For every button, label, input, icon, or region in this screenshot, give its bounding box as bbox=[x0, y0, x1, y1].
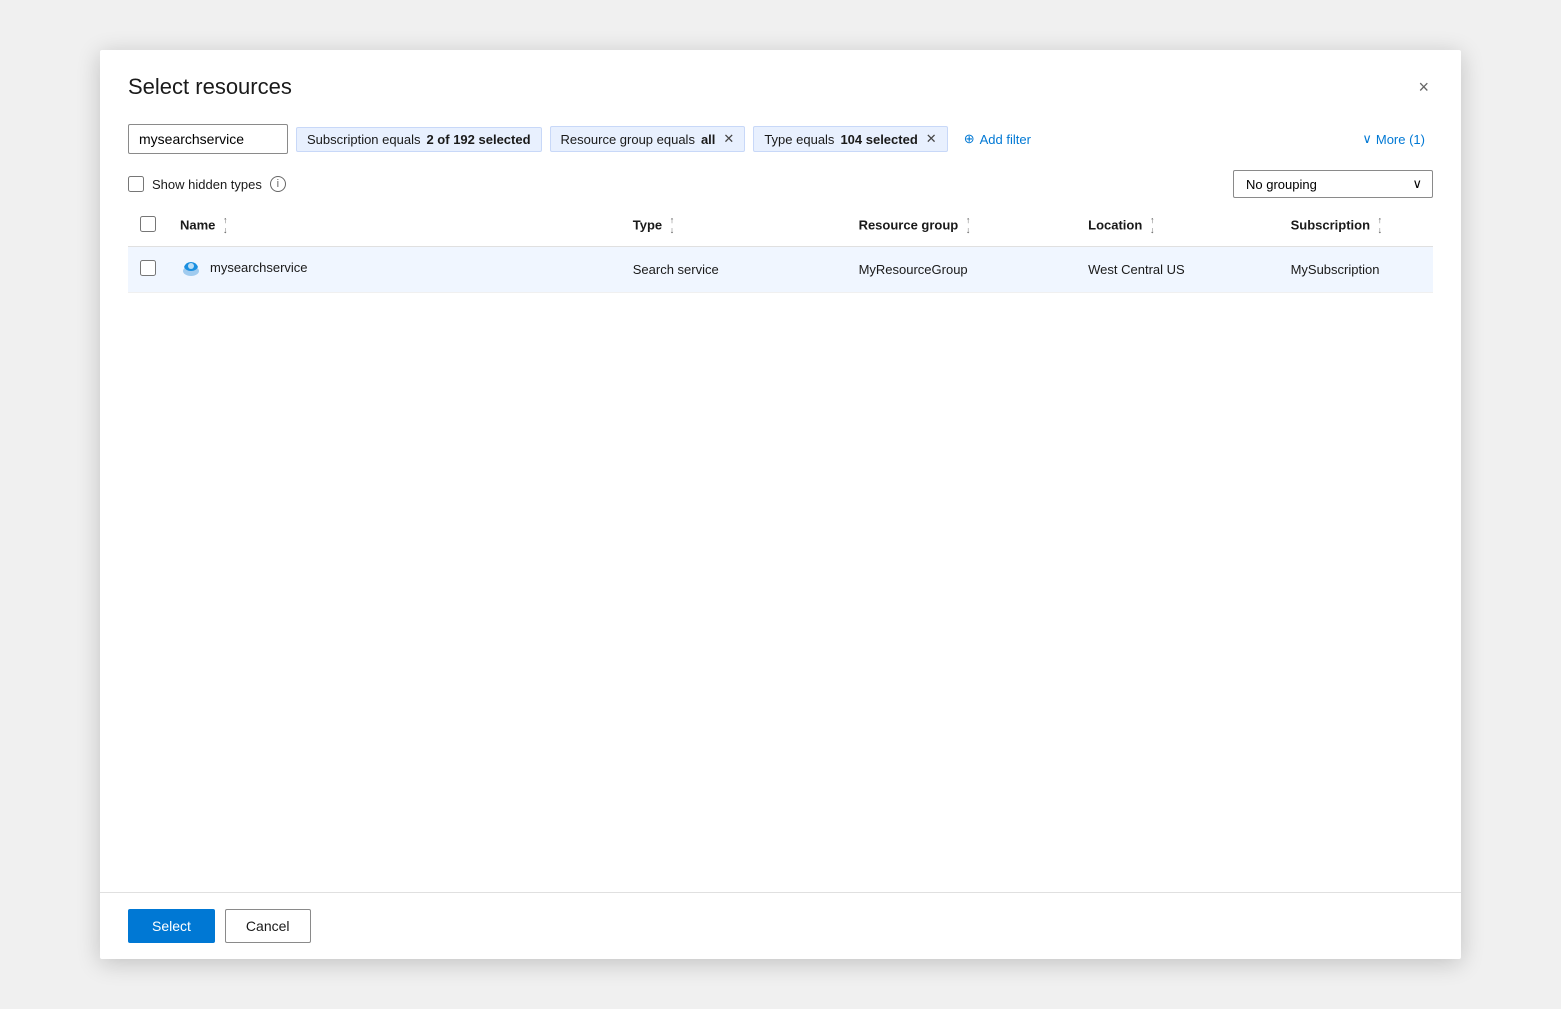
show-hidden-label[interactable]: Show hidden types i bbox=[128, 176, 286, 192]
row-location-cell: West Central US bbox=[1076, 246, 1278, 292]
select-all-header[interactable] bbox=[128, 206, 168, 246]
add-filter-button[interactable]: ⊕ Add filter bbox=[956, 127, 1039, 151]
search-service-icon bbox=[180, 257, 202, 279]
row-checkbox-cell[interactable] bbox=[128, 246, 168, 292]
col-sub-label: Subscription bbox=[1291, 217, 1370, 232]
row-type-cell: Search service bbox=[621, 246, 847, 292]
loc-sort-icons: ↑ ↓ bbox=[1150, 216, 1155, 236]
sort-down-icon: ↓ bbox=[670, 226, 675, 236]
select-button[interactable]: Select bbox=[128, 909, 215, 943]
resources-table: Name ↑ ↓ Type ↑ ↓ Resour bbox=[128, 206, 1433, 293]
dialog-footer: Select Cancel bbox=[100, 892, 1461, 959]
resource-group-filter-chip[interactable]: Resource group equals all ✕ bbox=[550, 126, 746, 152]
row-name-text: mysearchservice bbox=[210, 260, 308, 275]
col-header-location[interactable]: Location ↑ ↓ bbox=[1076, 206, 1278, 246]
close-button[interactable]: × bbox=[1414, 74, 1433, 100]
name-sort-icons: ↑ ↓ bbox=[223, 216, 228, 236]
grouping-dropdown[interactable]: No grouping ∨ bbox=[1233, 170, 1433, 198]
sort-down-icon: ↓ bbox=[223, 226, 228, 236]
type-chip-close[interactable]: ✕ bbox=[926, 131, 937, 147]
resources-table-container: Name ↑ ↓ Type ↑ ↓ Resour bbox=[100, 206, 1461, 892]
table-header-row: Name ↑ ↓ Type ↑ ↓ Resour bbox=[128, 206, 1433, 246]
row-subscription-cell: MySubscription bbox=[1279, 246, 1433, 292]
type-sort-icons: ↑ ↓ bbox=[670, 216, 675, 236]
table-row[interactable]: mysearchservice Search serviceMyResource… bbox=[128, 246, 1433, 292]
select-all-checkbox[interactable] bbox=[140, 216, 156, 232]
chip-value: all bbox=[701, 132, 715, 147]
type-filter-chip[interactable]: Type equals 104 selected ✕ bbox=[753, 126, 947, 152]
search-input[interactable] bbox=[128, 124, 288, 154]
col-type-label: Type bbox=[633, 217, 662, 232]
col-header-resource-group[interactable]: Resource group ↑ ↓ bbox=[847, 206, 1077, 246]
chevron-down-icon: ∨ bbox=[1412, 176, 1422, 192]
chip-prefix: Resource group equals bbox=[561, 132, 695, 147]
col-header-type[interactable]: Type ↑ ↓ bbox=[621, 206, 847, 246]
options-row: Show hidden types i No grouping ∨ bbox=[100, 162, 1461, 206]
grouping-label: No grouping bbox=[1246, 177, 1317, 192]
chip-value: 104 selected bbox=[840, 132, 917, 147]
rg-sort-icons: ↑ ↓ bbox=[966, 216, 971, 236]
col-header-name[interactable]: Name ↑ ↓ bbox=[168, 206, 621, 246]
row-resource-group-cell: MyResourceGroup bbox=[847, 246, 1077, 292]
more-label: More (1) bbox=[1376, 132, 1425, 147]
sort-down-icon: ↓ bbox=[1378, 226, 1383, 236]
sub-sort-icons: ↑ ↓ bbox=[1378, 216, 1383, 236]
dialog-title: Select resources bbox=[128, 74, 292, 100]
add-filter-icon: ⊕ bbox=[964, 131, 975, 147]
cancel-button[interactable]: Cancel bbox=[225, 909, 311, 943]
col-loc-label: Location bbox=[1088, 217, 1142, 232]
dialog-header: Select resources × bbox=[100, 50, 1461, 116]
chip-prefix: Subscription equals bbox=[307, 132, 420, 147]
col-name-label: Name bbox=[180, 217, 215, 232]
sort-down-icon: ↓ bbox=[1150, 226, 1155, 236]
chip-prefix: Type equals bbox=[764, 132, 834, 147]
subscription-filter-chip[interactable]: Subscription equals 2 of 192 selected bbox=[296, 127, 542, 152]
chip-value: 2 of 192 selected bbox=[426, 132, 530, 147]
col-rg-label: Resource group bbox=[859, 217, 959, 232]
show-hidden-text: Show hidden types bbox=[152, 177, 262, 192]
more-button[interactable]: ∨ More (1) bbox=[1354, 127, 1433, 151]
info-icon: i bbox=[270, 176, 286, 192]
col-header-subscription[interactable]: Subscription ↑ ↓ bbox=[1279, 206, 1433, 246]
row-name-cell: mysearchservice bbox=[168, 246, 621, 292]
row-select-checkbox[interactable] bbox=[140, 260, 156, 276]
show-hidden-checkbox[interactable] bbox=[128, 176, 144, 192]
select-resources-dialog: Select resources × Subscription equals 2… bbox=[100, 50, 1461, 959]
chevron-down-icon: ∨ bbox=[1362, 131, 1372, 147]
resource-group-chip-close[interactable]: ✕ bbox=[723, 131, 734, 147]
sort-down-icon: ↓ bbox=[966, 226, 971, 236]
add-filter-label: Add filter bbox=[980, 132, 1031, 147]
filter-row: Subscription equals 2 of 192 selected Re… bbox=[100, 116, 1461, 162]
